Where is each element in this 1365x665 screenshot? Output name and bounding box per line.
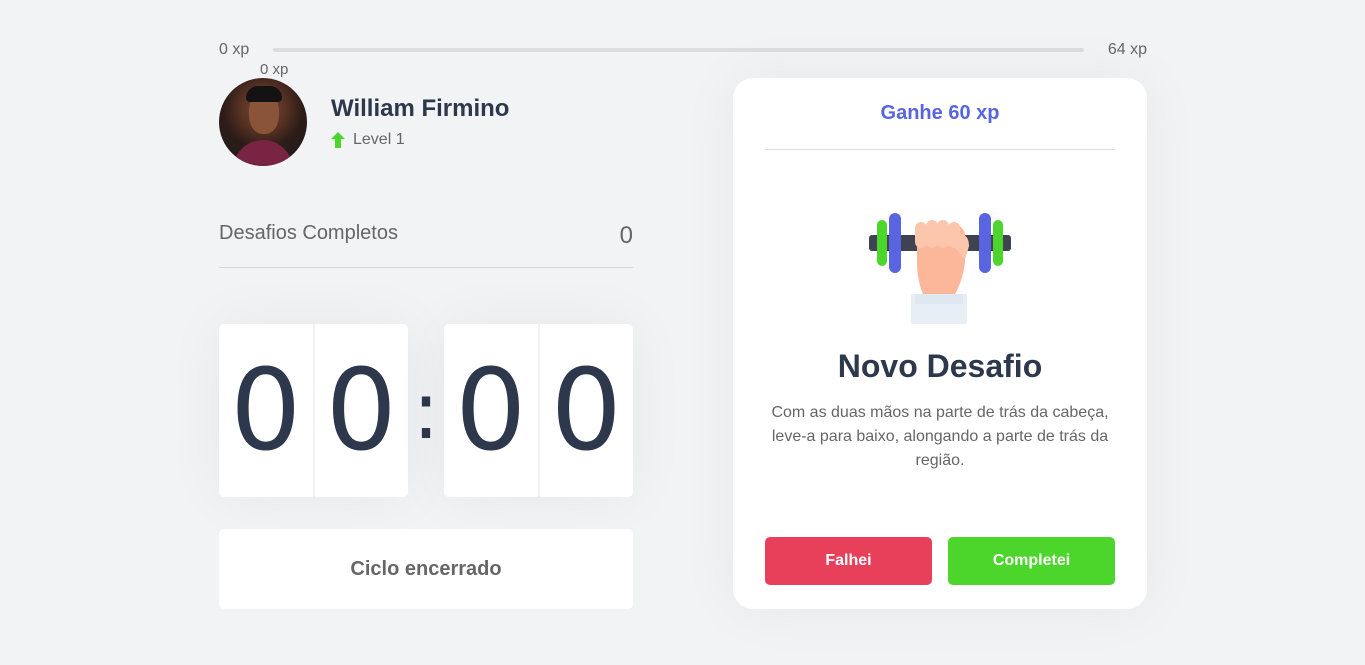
- profile-name: William Firmino: [331, 95, 510, 122]
- profile-level-label: Level 1: [353, 131, 405, 148]
- completed-challenges-count: 0: [619, 222, 633, 249]
- challenge-actions: Falhei Completei: [765, 537, 1115, 585]
- cycle-ended-button[interactable]: Ciclo encerrado: [219, 529, 633, 609]
- countdown-separator: :: [412, 363, 440, 457]
- challenge-title: Novo Desafio: [837, 348, 1043, 384]
- profile-info: William Firmino Level 1: [331, 95, 509, 149]
- completed-challenges: Desafios Completos 0: [219, 222, 633, 268]
- minute-digit-ones: 0: [313, 324, 409, 497]
- countdown-minutes: 0 0: [219, 324, 408, 497]
- completed-button[interactable]: Completei: [948, 537, 1115, 585]
- xp-min-label: 0 xp: [219, 41, 250, 58]
- profile: William Firmino Level 1: [219, 78, 509, 166]
- experience-bar: 0 xp 64 xp: [219, 38, 1147, 62]
- challenge-description: Com as duas mãos na parte de trás da cab…: [771, 404, 1109, 469]
- dumbbell-icon: [869, 213, 1011, 324]
- xp-track: [273, 48, 1084, 52]
- challenge-card: Ganhe 60 xp Novo Desafio Com as duas mão…: [733, 78, 1147, 609]
- xp-current-label: 0 xp: [260, 61, 289, 78]
- countdown: 0 0 : 0 0: [219, 324, 633, 497]
- completed-challenges-label: Desafios Completos: [219, 222, 398, 244]
- profile-level: Level 1: [331, 131, 509, 149]
- failed-button[interactable]: Falhei: [765, 537, 932, 585]
- xp-max-label: 64 xp: [1107, 41, 1147, 58]
- second-digit-tens: 0: [444, 324, 539, 497]
- minute-digit-tens: 0: [219, 324, 314, 497]
- challenge-reward: Ganhe 60 xp: [765, 78, 1115, 150]
- level-up-arrow-icon: [331, 132, 345, 148]
- second-digit-ones: 0: [538, 324, 634, 497]
- avatar: [219, 78, 307, 166]
- countdown-seconds: 0 0: [444, 324, 633, 497]
